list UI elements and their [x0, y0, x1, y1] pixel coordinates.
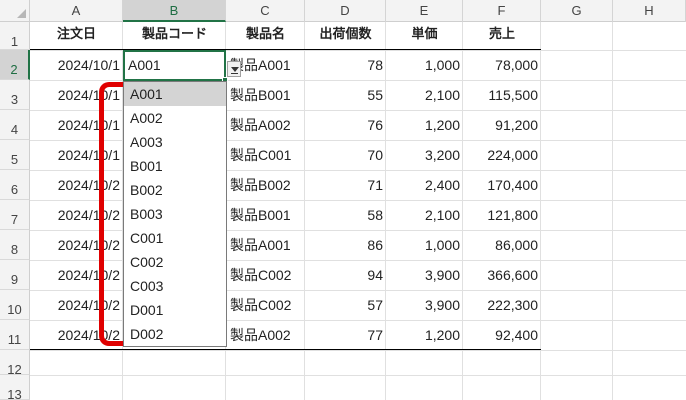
data-cell-name[interactable]: 製品B001 — [226, 200, 305, 230]
row-header-7[interactable]: 7 — [0, 200, 30, 230]
column-header-f[interactable]: F — [463, 0, 541, 22]
data-cell-sales[interactable]: 92,400 — [463, 320, 541, 350]
data-cell-qty[interactable]: 78 — [305, 50, 386, 80]
row-header-12[interactable]: 12 — [0, 350, 30, 377]
data-cell-sales[interactable]: 366,600 — [463, 260, 541, 290]
data-cell-price[interactable]: 1,200 — [386, 110, 463, 140]
row-header-4[interactable]: 4 — [0, 110, 30, 140]
row-header-6[interactable]: 6 — [0, 170, 30, 200]
data-cell-qty[interactable]: 76 — [305, 110, 386, 140]
dropdown-item[interactable]: D001 — [124, 298, 226, 322]
header-cell[interactable]: 注文日 — [30, 20, 123, 50]
highlight-bracket — [99, 82, 123, 346]
data-cell-qty[interactable]: 70 — [305, 140, 386, 170]
data-cell-price[interactable]: 3,900 — [386, 290, 463, 320]
data-cell-sales[interactable]: 222,300 — [463, 290, 541, 320]
column-header-a[interactable]: A — [30, 0, 123, 22]
data-cell-sales[interactable]: 86,000 — [463, 230, 541, 260]
header-cell[interactable]: 売上 — [463, 20, 541, 50]
data-cell-name[interactable]: 製品B002 — [226, 170, 305, 200]
data-cell-qty[interactable]: 77 — [305, 320, 386, 350]
column-header-b[interactable]: B — [123, 0, 226, 22]
dropdown-arrow-button[interactable] — [227, 61, 241, 77]
column-header-c[interactable]: C — [226, 0, 305, 22]
data-cell-price[interactable]: 1,000 — [386, 50, 463, 80]
dropdown-bar-icon — [231, 73, 238, 74]
header-cell[interactable]: 単価 — [386, 20, 463, 50]
data-cell-name[interactable]: 製品C002 — [226, 290, 305, 320]
column-header-e[interactable]: E — [386, 0, 463, 22]
dropdown-item[interactable]: A002 — [124, 106, 226, 130]
row-header-9[interactable]: 9 — [0, 260, 30, 290]
data-cell-name[interactable]: 製品A002 — [226, 320, 305, 350]
dropdown-arrow-icon — [231, 67, 239, 72]
row-header-13[interactable]: 13 — [0, 375, 30, 400]
data-cell-sales[interactable]: 170,400 — [463, 170, 541, 200]
gridline-vertical — [612, 22, 613, 400]
data-cell-price[interactable]: 2,100 — [386, 80, 463, 110]
dropdown-item[interactable]: A003 — [124, 130, 226, 154]
data-cell-qty[interactable]: 94 — [305, 260, 386, 290]
data-cell-date[interactable]: 2024/10/1 — [30, 50, 123, 80]
row-header-5[interactable]: 5 — [0, 140, 30, 170]
dropdown-item[interactable]: A001 — [124, 82, 226, 106]
data-cell-price[interactable]: 2,400 — [386, 170, 463, 200]
data-cell-name[interactable]: 製品C001 — [226, 140, 305, 170]
dropdown-item[interactable]: D002 — [124, 322, 226, 346]
data-cell-qty[interactable]: 55 — [305, 80, 386, 110]
row-header-2[interactable]: 2 — [0, 50, 30, 80]
data-cell-price[interactable]: 2,100 — [386, 200, 463, 230]
data-cell-price[interactable]: 3,200 — [386, 140, 463, 170]
data-cell-name[interactable]: 製品B001 — [226, 80, 305, 110]
select-all-triangle-icon — [17, 9, 26, 18]
data-cell-price[interactable]: 1,200 — [386, 320, 463, 350]
data-cell-sales[interactable]: 91,200 — [463, 110, 541, 140]
data-cell-qty[interactable]: 58 — [305, 200, 386, 230]
active-cell-value: A001 — [128, 57, 161, 73]
row-header-8[interactable]: 8 — [0, 230, 30, 260]
spreadsheet-grid[interactable]: ABCDEFGH 1 2 3 4 5 6 7 8 9 10 11 12 13 注文日 製品コード 製品名 出荷… — [0, 0, 686, 400]
row-header-1[interactable]: 1 — [0, 22, 30, 50]
data-cell-name[interactable]: 製品A002 — [226, 110, 305, 140]
data-cell-name[interactable]: 製品A001 — [226, 230, 305, 260]
select-all-corner[interactable] — [0, 0, 30, 22]
gridline-horizontal — [30, 350, 686, 351]
dropdown-item[interactable]: C001 — [124, 226, 226, 250]
dropdown-item[interactable]: B003 — [124, 202, 226, 226]
row-header-3[interactable]: 3 — [0, 80, 30, 110]
column-header-d[interactable]: D — [305, 0, 386, 22]
data-cell-name[interactable]: 製品C002 — [226, 260, 305, 290]
data-cell-sales[interactable]: 224,000 — [463, 140, 541, 170]
data-cell-sales[interactable]: 115,500 — [463, 80, 541, 110]
gridline-horizontal — [30, 375, 686, 376]
row-header-11[interactable]: 11 — [0, 320, 30, 350]
dropdown-item[interactable]: B002 — [124, 178, 226, 202]
header-cell[interactable]: 製品コード — [123, 20, 226, 50]
header-cell[interactable]: 製品名 — [226, 20, 305, 50]
column-header-h[interactable]: H — [613, 0, 686, 22]
column-header-g[interactable]: G — [541, 0, 613, 22]
data-cell-sales[interactable]: 121,800 — [463, 200, 541, 230]
header-cell[interactable]: 出荷個数 — [305, 20, 386, 50]
data-cell-price[interactable]: 3,900 — [386, 260, 463, 290]
data-cell-sales[interactable]: 78,000 — [463, 50, 541, 80]
dropdown-item[interactable]: C003 — [124, 274, 226, 298]
dropdown-item[interactable]: B001 — [124, 154, 226, 178]
data-cell-qty[interactable]: 57 — [305, 290, 386, 320]
data-cell-qty[interactable]: 71 — [305, 170, 386, 200]
data-cell-price[interactable]: 1,000 — [386, 230, 463, 260]
data-cell-qty[interactable]: 86 — [305, 230, 386, 260]
validation-dropdown-list[interactable]: A001 A002 A003 B001 B002 B003 C001 C002 C003 D001… — [123, 81, 227, 347]
dropdown-item[interactable]: C002 — [124, 250, 226, 274]
row-header-10[interactable]: 10 — [0, 290, 30, 320]
